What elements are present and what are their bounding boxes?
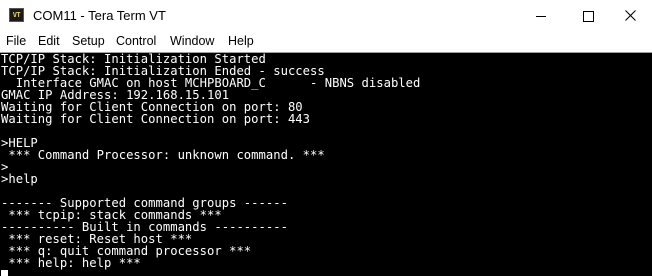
- close-button[interactable]: [610, 0, 652, 31]
- close-icon: [625, 10, 636, 21]
- maximize-button[interactable]: [564, 0, 610, 31]
- window-title: COM11 - Tera Term VT: [33, 8, 166, 23]
- minimize-button[interactable]: [518, 0, 564, 31]
- menu-window[interactable]: Window: [170, 34, 214, 48]
- teraterm-app-icon[interactable]: VT: [9, 8, 24, 22]
- menu-file[interactable]: File: [6, 34, 26, 48]
- maximize-icon: [583, 11, 594, 22]
- menu-help[interactable]: Help: [228, 34, 254, 48]
- minimize-icon: [536, 16, 546, 17]
- terminal-line: >help: [1, 172, 38, 186]
- menu-edit[interactable]: Edit: [38, 34, 60, 48]
- terminal-line: Waiting for Client Connection on port: 4…: [1, 112, 311, 126]
- title-bar[interactable]: VT COM11 - Tera Term VT: [0, 0, 652, 31]
- menu-bar: File Edit Setup Control Window Help: [0, 31, 652, 51]
- terminal-screen[interactable]: TCP/IP Stack: Initialization Started TCP…: [0, 52, 652, 276]
- terminal-cursor: [1, 270, 8, 276]
- teraterm-window: VT COM11 - Tera Term VT File Edit Setup …: [0, 0, 652, 276]
- menu-setup[interactable]: Setup: [72, 34, 105, 48]
- terminal-line: *** help: help ***: [1, 256, 141, 270]
- menu-control[interactable]: Control: [116, 34, 156, 48]
- terminal-line: *** Command Processor: unknown command. …: [1, 148, 325, 162]
